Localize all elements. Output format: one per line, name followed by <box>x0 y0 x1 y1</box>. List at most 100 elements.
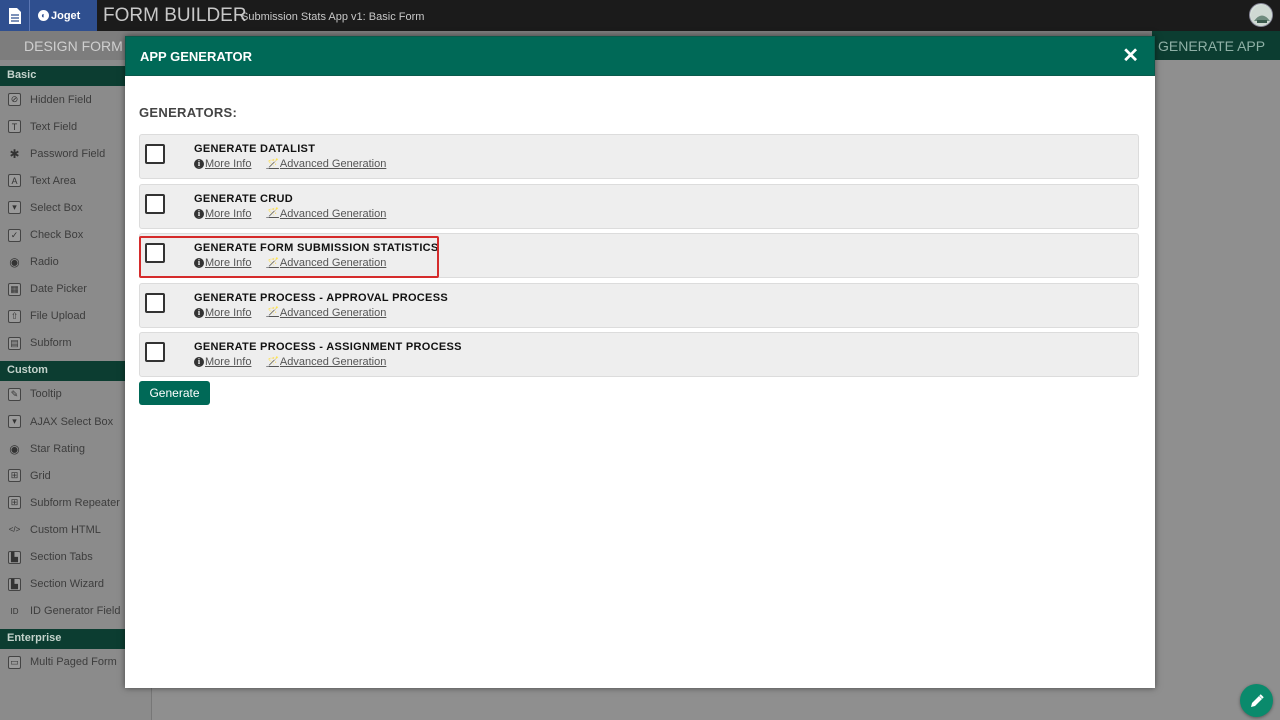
logo-mark-icon: ◐ <box>38 10 49 21</box>
palette-item-label: Star Rating <box>30 442 86 455</box>
generator-checkbox[interactable] <box>145 193 165 214</box>
more-info-link[interactable]: i More Info <box>194 158 251 170</box>
palette-section-custom: Custom <box>0 360 125 381</box>
logo-label: ◐ Joget <box>38 10 80 22</box>
advanced-generation-link[interactable]: 🪄 Advanced Generation <box>251 307 386 319</box>
logo-text: Joget <box>51 9 81 22</box>
palette-item-label: Text Area <box>30 174 76 187</box>
palette-item[interactable]: ▤ Subform <box>0 330 125 357</box>
palette-item[interactable]: ✱ Password Field <box>0 140 125 167</box>
more-info-link[interactable]: i More Info <box>194 208 251 220</box>
advanced-generation-link[interactable]: 🪄 Advanced Generation <box>251 208 386 220</box>
highlight-box <box>139 236 439 278</box>
palette-item-label: Section Wizard <box>30 578 104 591</box>
select-box-icon: ▾ <box>8 415 21 429</box>
palette-item-label: Grid <box>30 469 51 482</box>
generator-name: GENERATE PROCESS - APPROVAL PROCESS <box>194 291 448 304</box>
more-info-label: More Info <box>205 207 252 220</box>
palette-item-label: Multi Paged Form <box>30 656 117 669</box>
palette-item-label: Subform <box>30 337 72 350</box>
text-area-icon: A <box>8 174 21 188</box>
palette-item-label: Tooltip <box>30 388 62 401</box>
palette-item-label: Password Field <box>30 147 106 160</box>
generator-links: i More Info 🪄 Advanced Generation <box>194 356 386 368</box>
select-box-icon: ▾ <box>8 201 21 215</box>
generator-row: GENERATE DATALIST i More Info 🪄 Advanced Gen… <box>139 134 1139 179</box>
more-info-label: More Info <box>205 356 252 368</box>
palette-item[interactable]: ID ID Generator Field <box>0 598 125 625</box>
palette-item[interactable]: ⊞ Subform Repeater <box>0 489 125 516</box>
joget-logo[interactable]: ◐ Joget <box>0 0 97 31</box>
magic-wand-icon: 🪄 <box>266 307 279 318</box>
eye-slash-icon: ⊘ <box>8 93 21 107</box>
palette-section-enterprise: Enterprise <box>0 628 125 649</box>
palette-item[interactable]: A Text Area <box>0 167 125 194</box>
info-icon: i <box>194 208 204 219</box>
palette-item-label: Section Tabs <box>30 551 93 564</box>
generator-name: GENERATE DATALIST <box>194 143 316 155</box>
advanced-generation-link[interactable]: 🪄 Advanced Generation <box>251 356 386 368</box>
generate-button[interactable]: Generate <box>139 381 210 405</box>
palette-item[interactable]: ▙ Section Wizard <box>0 571 125 598</box>
subform-icon: ▤ <box>8 336 21 350</box>
more-info-label: More Info <box>205 306 252 319</box>
form-icon: ▭ <box>8 655 21 669</box>
palette-item-label: Subform Repeater <box>30 496 120 509</box>
text-field-icon: T <box>8 120 21 134</box>
document-icon <box>0 0 30 31</box>
palette-item[interactable]: ▾ AJAX Select Box <box>0 408 125 435</box>
page-subtitle: Submission Stats App v1: Basic Form <box>241 11 425 23</box>
info-icon: i <box>194 357 204 367</box>
generator-row: GENERATE PROCESS - APPROVAL PROCESS i More… <box>139 282 1139 328</box>
palette-item-label: AJAX Select Box <box>30 415 114 428</box>
tabs-icon: ▙ <box>8 550 21 564</box>
generators-label: GENERATORS: <box>139 105 238 120</box>
palette-item[interactable]: </> Custom HTML <box>0 516 125 543</box>
palette-item[interactable]: ✎ Tooltip <box>0 381 125 408</box>
palette-item[interactable]: ▙ Section Tabs <box>0 544 125 571</box>
advanced-generation-label: Advanced Generation <box>279 207 387 220</box>
palette-item-label: Text Field <box>30 120 78 133</box>
generator-row: GENERATE PROCESS - ASSIGNMENT PROCESS i Mo… <box>139 332 1139 377</box>
advanced-generation-label: Advanced Generation <box>279 158 387 170</box>
palette-item[interactable]: T Text Field <box>0 113 125 140</box>
tab-design-form[interactable]: DESIGN FORM <box>0 31 125 60</box>
palette-item[interactable]: ▾ Select Box <box>0 194 125 221</box>
top-bar: ◐ Joget FORM BUILDER Submission Stats Ap… <box>0 0 1280 31</box>
palette-item-label: Custom HTML <box>30 523 101 536</box>
dialog-header: APP GENERATOR <box>125 36 1155 76</box>
more-info-link[interactable]: i More Info <box>194 356 251 368</box>
advanced-generation-label: Advanced Generation <box>279 306 387 319</box>
palette-item[interactable]: ⇧ File Upload <box>0 303 125 330</box>
palette-item[interactable]: ✓ Check Box <box>0 221 125 248</box>
generator-checkbox[interactable] <box>145 292 165 313</box>
advanced-generation-link[interactable]: 🪄 Advanced Generation <box>251 158 386 170</box>
tabs-icon: ▙ <box>8 577 21 591</box>
palette-section-basic: Basic <box>0 66 125 86</box>
grid-icon: ⊞ <box>8 469 21 483</box>
palette-item-label: Radio <box>30 256 59 269</box>
generator-row: GENERATE CRUD i More Info 🪄 Advanced Generat… <box>139 183 1139 229</box>
tab-generate-app[interactable]: GENERATE APP <box>1152 31 1280 60</box>
radio-icon: ◉ <box>9 441 20 456</box>
palette-item[interactable]: ⊞ Grid <box>0 462 125 489</box>
more-info-link[interactable]: i More Info <box>194 307 251 319</box>
generator-checkbox[interactable] <box>145 342 165 362</box>
more-info-label: More Info <box>205 158 252 170</box>
id-icon: ID <box>10 606 19 616</box>
asterisk-icon: ✱ <box>9 146 20 161</box>
palette-item-label: Check Box <box>30 229 84 242</box>
palette-item-label: Select Box <box>30 201 83 214</box>
palette-item[interactable]: ▭ Multi Paged Form <box>0 649 125 669</box>
palette-item[interactable]: ▦ Date Picker <box>0 276 125 303</box>
generator-checkbox[interactable] <box>145 144 165 164</box>
palette-item-label: Hidden Field <box>30 93 92 106</box>
edit-fab-button[interactable] <box>1240 684 1273 717</box>
palette-item[interactable]: ◉ Star Rating <box>0 435 125 462</box>
generator-links: i More Info 🪄 Advanced Generation <box>194 158 386 170</box>
palette-item[interactable]: ◉ Radio <box>0 249 125 276</box>
close-icon[interactable]: ✕ <box>1122 46 1139 66</box>
avatar[interactable] <box>1249 3 1273 27</box>
palette-item[interactable]: ⊘ Hidden Field <box>0 86 125 113</box>
palette-item-label: Date Picker <box>30 283 87 296</box>
